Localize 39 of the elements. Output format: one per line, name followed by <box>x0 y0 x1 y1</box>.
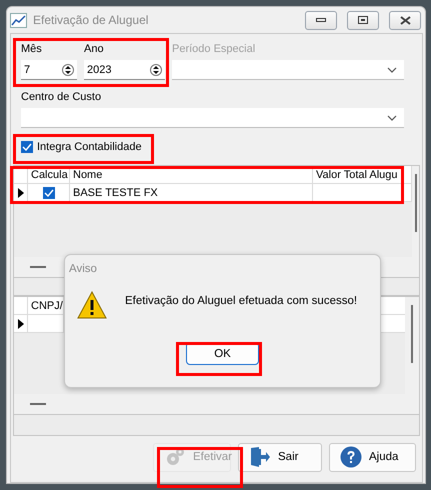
gears-icon <box>164 447 186 467</box>
chevron-down-icon[interactable] <box>387 66 397 72</box>
checkbox[interactable] <box>21 141 33 153</box>
scrollbar[interactable] <box>414 174 416 232</box>
exit-door-icon <box>249 446 271 468</box>
close-icon <box>400 16 410 24</box>
chevron-down-icon[interactable] <box>387 114 397 120</box>
column-header[interactable]: Nome <box>70 166 313 183</box>
field-label: Centro de Custo <box>21 91 102 105</box>
table-cell: BASE TESTE FX <box>73 186 158 198</box>
window-title: Efetivação de Aluguel <box>33 13 150 27</box>
checkbox[interactable] <box>42 186 54 198</box>
maximize-button[interactable] <box>347 10 379 30</box>
spin-arrows-icon[interactable] <box>150 62 162 76</box>
scrollbar[interactable] <box>411 305 413 363</box>
field-label: Ano <box>84 43 105 57</box>
month-spinner[interactable]: 7 <box>21 60 77 80</box>
checkbox-label[interactable]: Integra Contabilidade <box>37 141 142 153</box>
dialog-message: Efetivação do Aluguel efetuada com sucesso! <box>125 294 358 307</box>
help-button[interactable]: Ajuda <box>329 442 416 472</box>
row-pointer-icon <box>18 188 24 198</box>
field-label: Mês <box>21 43 43 57</box>
column-header[interactable]: Valor Total Alugu <box>313 166 412 183</box>
help-icon <box>340 446 362 468</box>
close-button[interactable] <box>389 10 421 30</box>
dash-icon <box>30 403 46 405</box>
dialog-title: Aviso <box>68 262 98 277</box>
year-spinner[interactable]: 2023 <box>84 60 165 80</box>
warning-icon <box>77 291 107 319</box>
minimize-icon <box>316 18 326 22</box>
row-pointer-icon <box>18 318 24 328</box>
field-label: Período Especial <box>172 43 256 57</box>
dash-icon <box>30 266 46 268</box>
exit-button[interactable]: Sair <box>238 442 322 472</box>
column-header[interactable]: Calcula <box>28 166 70 183</box>
spin-arrows-icon[interactable] <box>62 62 74 76</box>
maximize-icon <box>358 16 368 24</box>
minimize-button[interactable] <box>305 10 337 30</box>
chart-icon <box>10 12 27 28</box>
